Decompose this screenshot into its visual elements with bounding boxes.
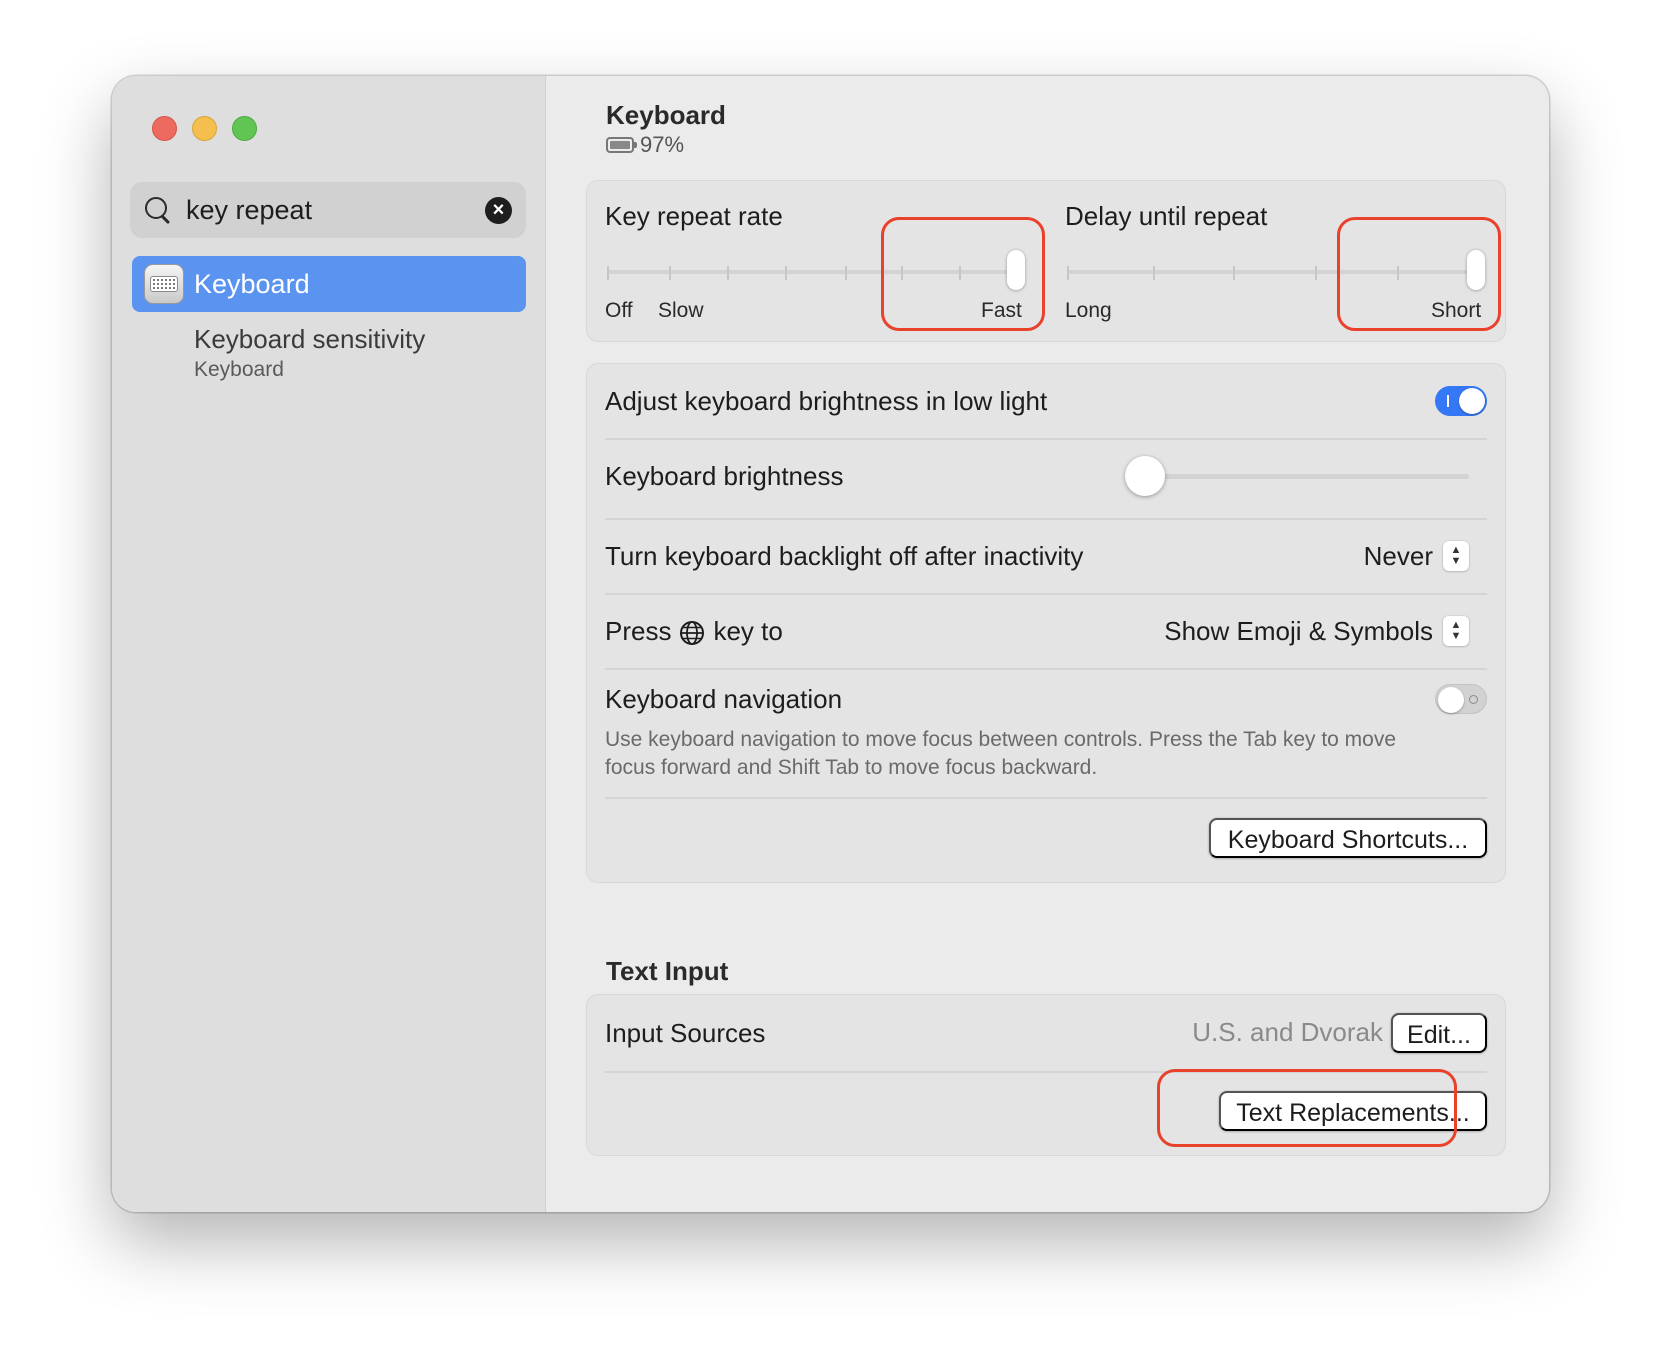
- settings-window: key repeat × Keyboard Keyboard sensitivi…: [112, 76, 1549, 1212]
- press-globe-key-popup[interactable]: Show Emoji & Symbols ▲ ▼: [1164, 616, 1469, 647]
- key-repeat-rate-group: Key repeat rate Off Slow Fast: [605, 181, 1025, 341]
- chevron-up-down-icon: ▲ ▼: [1443, 541, 1469, 571]
- press-globe-key-label: Press key to: [605, 615, 783, 646]
- close-window-button[interactable]: [152, 116, 177, 141]
- keyboard-navigation-toggle[interactable]: [1435, 684, 1487, 714]
- backlight-off-row: Turn keyboard backlight off after inacti…: [605, 519, 1487, 593]
- adjust-brightness-label: Adjust keyboard brightness in low light: [605, 385, 1048, 416]
- chevron-up-down-icon: ▲ ▼: [1443, 616, 1469, 646]
- search-icon: [144, 196, 172, 224]
- keyboard-navigation-label: Keyboard navigation: [605, 683, 843, 714]
- minimize-window-button[interactable]: [192, 116, 217, 141]
- delay-until-repeat-label: Delay until repeat: [1065, 201, 1268, 231]
- main-pane: Keyboard 97% Key repeat rate Off Slow Fa…: [546, 76, 1549, 1212]
- backlight-off-label: Turn keyboard backlight off after inacti…: [605, 540, 1084, 571]
- input-sources-value: U.S. and Dvorak: [1192, 1017, 1383, 1047]
- key-repeat-rate-label: Key repeat rate: [605, 201, 783, 231]
- keyboard-settings-card: Adjust keyboard brightness in low light …: [586, 363, 1506, 883]
- keyboard-brightness-thumb[interactable]: [1125, 456, 1165, 496]
- page-title: Keyboard: [606, 100, 726, 130]
- backlight-off-value: Never: [1363, 540, 1433, 571]
- search-result-title: Keyboard sensitivity: [194, 324, 426, 354]
- input-sources-label: Input Sources: [605, 1017, 766, 1048]
- keyboard-brightness-label: Keyboard brightness: [605, 460, 844, 491]
- keyboard-navigation-description: Use keyboard navigation to move focus be…: [605, 728, 1397, 779]
- tick-label-short: Short: [1431, 299, 1482, 322]
- globe-icon: [680, 620, 705, 645]
- tick-label-off: Off: [605, 299, 633, 322]
- sidebar: key repeat × Keyboard Keyboard sensitivi…: [112, 76, 546, 1212]
- search-result-subtitle: Keyboard: [194, 358, 284, 381]
- text-input-section-title: Text Input: [606, 956, 729, 986]
- key-repeat-rate-thumb[interactable]: [1007, 250, 1025, 290]
- tick-label-fast: Fast: [981, 299, 1022, 322]
- window-controls: [152, 116, 257, 141]
- adjust-brightness-row: Adjust keyboard brightness in low light: [605, 364, 1487, 438]
- keyboard-shortcuts-button[interactable]: Keyboard Shortcuts...: [1209, 818, 1487, 858]
- delay-until-repeat-slider[interactable]: [1067, 266, 1477, 280]
- battery-percentage: 97%: [640, 132, 685, 157]
- key-repeat-rate-slider[interactable]: [607, 266, 1017, 280]
- delay-until-repeat-thumb[interactable]: [1467, 250, 1485, 290]
- battery-icon: [606, 137, 637, 153]
- keyboard-navigation-row: Keyboard navigation: [605, 669, 1487, 729]
- text-replacements-button[interactable]: Text Replacements...: [1219, 1091, 1487, 1131]
- search-result-keyboard-sensitivity[interactable]: Keyboard sensitivity Keyboard: [194, 322, 425, 384]
- sidebar-item-keyboard[interactable]: Keyboard: [132, 256, 526, 312]
- text-input-card: Input Sources U.S. and Dvorak Edit... Te…: [586, 994, 1506, 1156]
- search-field[interactable]: key repeat ×: [130, 182, 526, 238]
- delay-until-repeat-group: Delay until repeat Long Short: [1065, 181, 1485, 341]
- tick-label-long: Long: [1065, 299, 1112, 322]
- edit-input-sources-button[interactable]: Edit...: [1391, 1013, 1487, 1053]
- key-repeat-card: Key repeat rate Off Slow Fast Delay unti…: [586, 180, 1506, 342]
- keyboard-brightness-row: Keyboard brightness: [605, 439, 1487, 513]
- search-input[interactable]: key repeat: [186, 195, 485, 226]
- clear-search-icon[interactable]: ×: [485, 196, 512, 224]
- zoom-window-button[interactable]: [232, 116, 257, 141]
- backlight-off-popup[interactable]: Never ▲ ▼: [1364, 541, 1469, 572]
- battery-status: 97%: [606, 132, 684, 158]
- keyboard-icon: [144, 264, 184, 304]
- adjust-brightness-toggle[interactable]: [1435, 386, 1487, 416]
- tick-label-slow: Slow: [658, 299, 704, 322]
- sidebar-item-label: Keyboard: [194, 268, 310, 299]
- press-globe-key-value: Show Emoji & Symbols: [1164, 615, 1433, 646]
- press-globe-key-row: Press key to Show Emoji & Symbols ▲ ▼: [605, 594, 1487, 668]
- keyboard-brightness-slider[interactable]: [1125, 439, 1469, 513]
